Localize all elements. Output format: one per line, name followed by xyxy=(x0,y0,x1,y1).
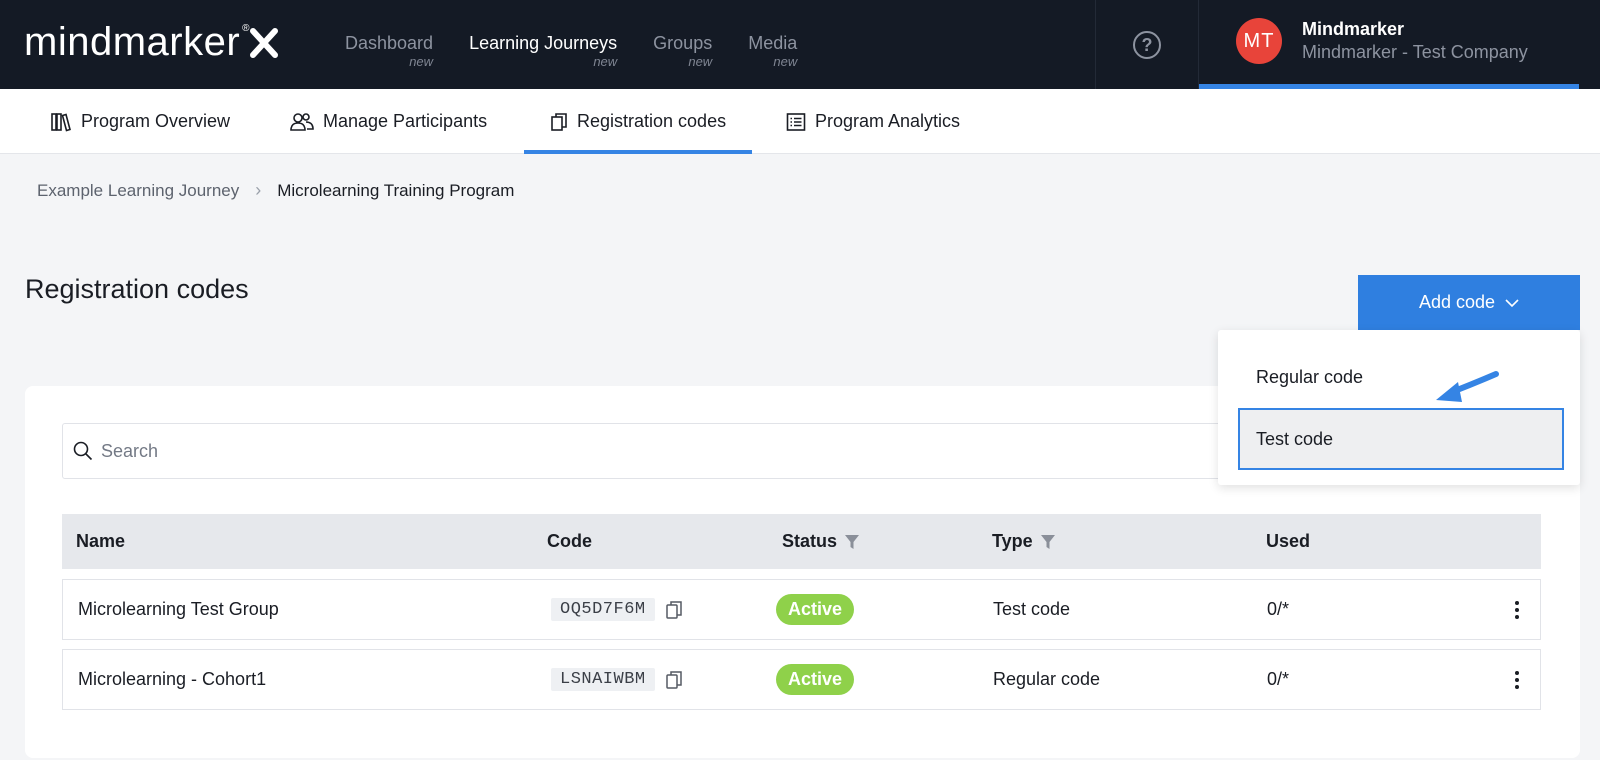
column-header-type-label: Type xyxy=(992,531,1033,551)
column-header-status[interactable]: Status xyxy=(782,514,860,569)
tab-label: Program Overview xyxy=(81,111,231,131)
tab-registration-codes[interactable]: Registration codes xyxy=(524,89,753,154)
table-row[interactable]: Microlearning - Cohort1 LSNAIWBM Active … xyxy=(62,649,1541,710)
user-menu[interactable]: MT Mindmarker Mindmarker - Test Company xyxy=(1199,0,1579,89)
logo-registered-mark: ® xyxy=(242,23,250,34)
column-header-code[interactable]: Code xyxy=(547,514,592,569)
more-options-icon[interactable] xyxy=(1514,580,1520,639)
menu-item-regular-code[interactable]: Regular code xyxy=(1238,346,1564,408)
logo-text: mindmarker xyxy=(24,20,241,64)
search-box[interactable] xyxy=(62,423,1292,479)
row-used: 0/* xyxy=(1267,669,1290,689)
nav-new-tag: new xyxy=(409,54,434,69)
nav-label: Learning Journeys xyxy=(469,33,618,53)
filter-icon[interactable] xyxy=(1040,534,1055,550)
more-options-icon[interactable] xyxy=(1514,650,1520,709)
row-status: Active xyxy=(776,580,855,639)
user-name: Mindmarker xyxy=(1302,19,1405,39)
column-header-name[interactable]: Name xyxy=(76,514,125,569)
row-used: 0/* xyxy=(1267,599,1290,619)
copy-icon[interactable] xyxy=(665,600,683,620)
top-navbar: mindmarker ® Dashboard new Learning Jour… xyxy=(0,0,1600,89)
tab-program-overview[interactable]: Program Overview xyxy=(24,89,256,154)
logo-x-mark xyxy=(249,22,278,68)
chevron-down-icon xyxy=(1505,298,1519,308)
code-chip: OQ5D7F6M xyxy=(551,598,655,621)
breadcrumb: Example Learning Journey › Microlearning… xyxy=(37,180,514,201)
row-code: LSNAIWBM xyxy=(551,650,683,709)
status-badge: Active xyxy=(776,664,855,695)
tab-label: Manage Participants xyxy=(323,111,488,131)
table-header: Name Code Status Type Used xyxy=(62,514,1541,569)
column-header-used[interactable]: Used xyxy=(1266,514,1310,569)
row-status: Active xyxy=(776,650,855,709)
nav-new-tag: new xyxy=(593,54,618,69)
nav-dashboard[interactable]: Dashboard new xyxy=(345,32,433,70)
nav-label: Media xyxy=(748,33,798,53)
nav-learning-journeys[interactable]: Learning Journeys new xyxy=(469,32,617,70)
nav-new-tag: new xyxy=(773,54,798,69)
add-code-dropdown: Regular code Test code xyxy=(1218,330,1580,485)
nav-groups[interactable]: Groups new xyxy=(653,32,712,70)
add-code-label: Add code xyxy=(1418,292,1496,312)
breadcrumb-current: Microlearning Training Program xyxy=(277,180,515,200)
column-header-type[interactable]: Type xyxy=(992,514,1055,569)
copy-pages-icon xyxy=(550,112,568,132)
row-name: Microlearning - Cohort1 xyxy=(78,669,267,689)
tab-manage-participants[interactable]: Manage Participants xyxy=(264,89,513,154)
users-icon xyxy=(290,112,314,132)
row-code: OQ5D7F6M xyxy=(551,580,683,639)
nav-label: Groups xyxy=(653,33,713,53)
code-chip: LSNAIWBM xyxy=(551,668,655,691)
avatar: MT xyxy=(1236,18,1282,64)
tab-program-analytics[interactable]: Program Analytics xyxy=(760,89,986,154)
search-input[interactable] xyxy=(101,440,1201,462)
status-badge: Active xyxy=(776,594,855,625)
mindmarker-logo[interactable]: mindmarker ® xyxy=(24,22,278,62)
breadcrumb-parent-link[interactable]: Example Learning Journey xyxy=(37,181,239,201)
add-code-button[interactable]: Add code xyxy=(1358,275,1580,330)
row-type: Test code xyxy=(993,599,1071,619)
user-company: Mindmarker - Test Company xyxy=(1302,42,1528,62)
list-icon xyxy=(786,112,806,132)
nav-new-tag: new xyxy=(688,54,713,69)
filter-icon[interactable] xyxy=(845,534,860,550)
nav-label: Dashboard xyxy=(345,33,434,53)
column-header-status-label: Status xyxy=(782,531,838,551)
books-icon xyxy=(50,112,72,132)
nav-media[interactable]: Media new xyxy=(748,32,797,70)
row-name: Microlearning Test Group xyxy=(78,599,279,619)
tab-label: Program Analytics xyxy=(815,111,961,131)
table-row[interactable]: Microlearning Test Group OQ5D7F6M Active… xyxy=(62,579,1541,640)
breadcrumb-separator: › xyxy=(255,180,262,200)
main-nav: Dashboard new Learning Journeys new Grou… xyxy=(345,32,833,70)
menu-item-test-code[interactable]: Test code xyxy=(1238,408,1564,470)
help-area: ? xyxy=(1095,0,1199,89)
page-title: Registration codes xyxy=(25,274,249,304)
question-circle-icon[interactable]: ? xyxy=(1133,30,1161,59)
pointer-arrow-icon xyxy=(1430,368,1502,413)
tab-label: Registration codes xyxy=(577,111,727,131)
row-type: Regular code xyxy=(993,669,1101,689)
program-tabs: Program Overview Manage Participants Reg… xyxy=(0,89,1600,154)
copy-icon[interactable] xyxy=(665,670,683,690)
search-icon xyxy=(73,441,93,461)
